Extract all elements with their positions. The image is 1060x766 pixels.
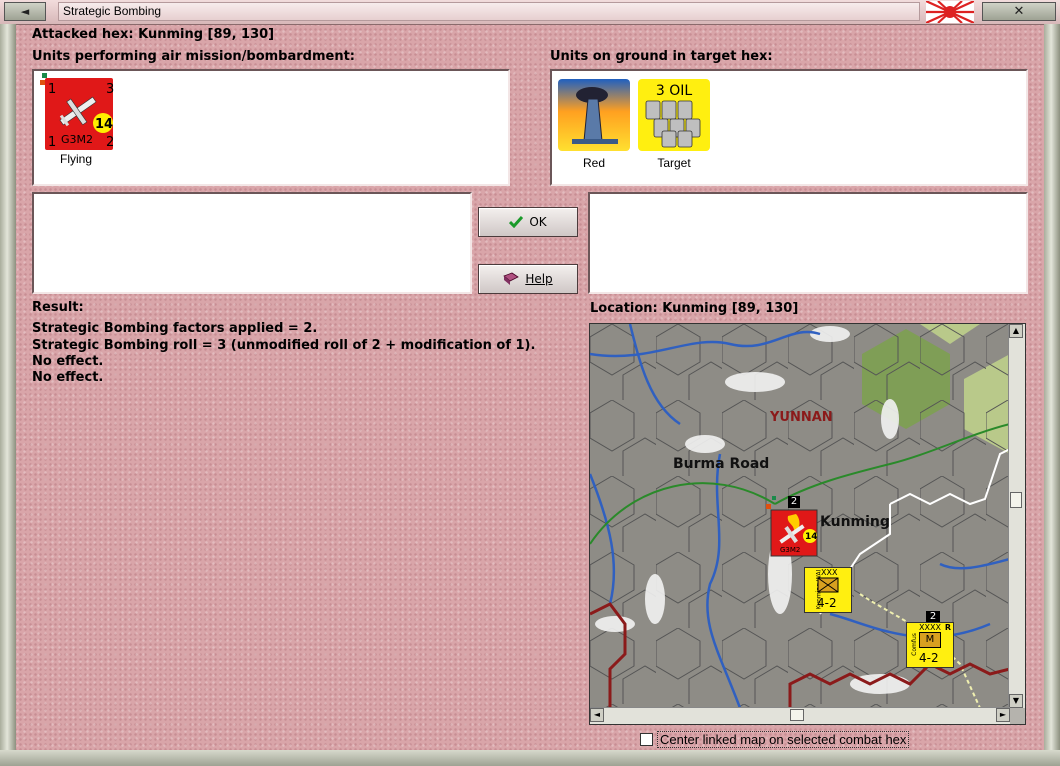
corps-size: XXX xyxy=(821,568,838,577)
map-horizontal-scrollbar[interactable]: ◄ ► xyxy=(590,707,1010,724)
horizontal-scroll-thumb[interactable] xyxy=(790,709,804,721)
map-bomber-model: G3M2 xyxy=(780,546,800,554)
ground-unit-oil-label: Target xyxy=(657,156,691,170)
attacker-notes-box xyxy=(32,192,472,294)
result-line: Strategic Bombing factors applied = 2. xyxy=(32,321,318,336)
attacked-hex-label: Attacked hex: Kunming [89, 130] xyxy=(32,27,275,42)
center-map-checkbox[interactable] xyxy=(640,733,653,746)
defender-notes-box xyxy=(588,192,1028,294)
map-road-label: Burma Road xyxy=(673,456,770,472)
help-book-icon xyxy=(503,272,520,285)
result-heading: Result: xyxy=(32,300,84,315)
map-stack-count: 2 xyxy=(788,496,800,508)
map-bomber-range: 14 xyxy=(805,532,818,542)
ok-button[interactable]: OK xyxy=(478,207,578,237)
ground-units-list: Red 3 OIL Target xyxy=(550,69,1028,186)
help-label: Help xyxy=(525,272,553,286)
window-menu-button[interactable]: ◄ xyxy=(4,2,46,21)
map-vertical-scrollbar[interactable]: ▲ ▼ xyxy=(1008,324,1025,708)
frame-right xyxy=(1044,24,1060,750)
army-name: Comfus xyxy=(910,633,918,656)
ground-unit-factory[interactable]: Red xyxy=(558,79,630,170)
close-button[interactable]: ✕ xyxy=(982,2,1056,21)
air-units-heading: Units performing air mission/bombardment… xyxy=(32,49,356,64)
hex-map[interactable]: YUNNAN Burma Road Kunming G3M2 14 2 XXX … xyxy=(589,323,1026,725)
location-heading: Location: Kunming [89, 130] xyxy=(590,301,799,316)
vertical-scroll-thumb[interactable] xyxy=(1010,492,1022,508)
army-symbol-icon: M xyxy=(919,632,941,648)
map-corps-counter[interactable]: XXX Kunming WAI 4-2 xyxy=(804,567,852,613)
bomber-counter-icon: 1 3 14 G3M2 1 2 xyxy=(40,73,114,150)
result-line: No effect. xyxy=(32,354,104,369)
air-unit-bottom-right: 2 xyxy=(106,135,114,150)
checkmark-icon xyxy=(509,216,524,228)
center-map-option[interactable]: Center linked map on selected combat hex xyxy=(640,731,910,748)
infantry-symbol-icon xyxy=(817,577,839,593)
air-unit-bottom-left: 1 xyxy=(48,135,56,150)
result-line: Strategic Bombing roll = 3 (unmodified r… xyxy=(32,338,536,353)
ground-unit-oil[interactable]: 3 OIL Target xyxy=(638,79,710,170)
map-region-label: YUNNAN xyxy=(770,410,833,425)
air-unit-status: Flying xyxy=(59,152,92,166)
window-title: Strategic Bombing xyxy=(58,2,920,21)
oil-barrels-icon: 3 OIL xyxy=(638,79,710,151)
help-button[interactable]: Help xyxy=(478,264,578,294)
rising-sun-flag-icon xyxy=(926,1,974,23)
frame-left xyxy=(0,24,16,750)
air-unit-model: G3M2 xyxy=(61,133,93,146)
scroll-up-arrow-icon[interactable]: ▲ xyxy=(1009,324,1023,338)
air-unit-g3m2[interactable]: 1 3 14 G3M2 1 2 Flying xyxy=(40,73,114,166)
air-unit-range: 14 xyxy=(95,117,113,132)
ground-unit-factory-label: Red xyxy=(582,156,605,170)
title-bar: ◄ Strategic Bombing ✕ xyxy=(0,0,1060,25)
corps-strength: 4-2 xyxy=(817,596,837,610)
army-mark: R xyxy=(944,623,951,632)
army-size: XXXX xyxy=(919,623,941,632)
map-army-counter[interactable]: XXXX R Comfus M 4-2 xyxy=(906,622,954,668)
ground-units-heading: Units on ground in target hex: xyxy=(550,49,773,64)
air-unit-top-left: 1 xyxy=(48,82,56,97)
scroll-down-arrow-icon[interactable]: ▼ xyxy=(1009,694,1023,708)
factory-icon xyxy=(558,79,630,151)
air-unit-top-right: 3 xyxy=(106,82,114,97)
result-line: No effect. xyxy=(32,370,104,385)
scroll-left-arrow-icon[interactable]: ◄ xyxy=(590,708,604,722)
oil-badge: 3 OIL xyxy=(656,83,693,99)
map-city-label: Kunming xyxy=(820,514,890,530)
frame-bottom xyxy=(0,750,1060,766)
ok-label: OK xyxy=(529,215,547,229)
army-strength: 4-2 xyxy=(919,651,939,665)
air-units-list: 1 3 14 G3M2 1 2 Flying xyxy=(32,69,510,186)
center-map-label[interactable]: Center linked map on selected combat hex xyxy=(657,731,910,748)
scroll-right-arrow-icon[interactable]: ► xyxy=(996,708,1010,722)
